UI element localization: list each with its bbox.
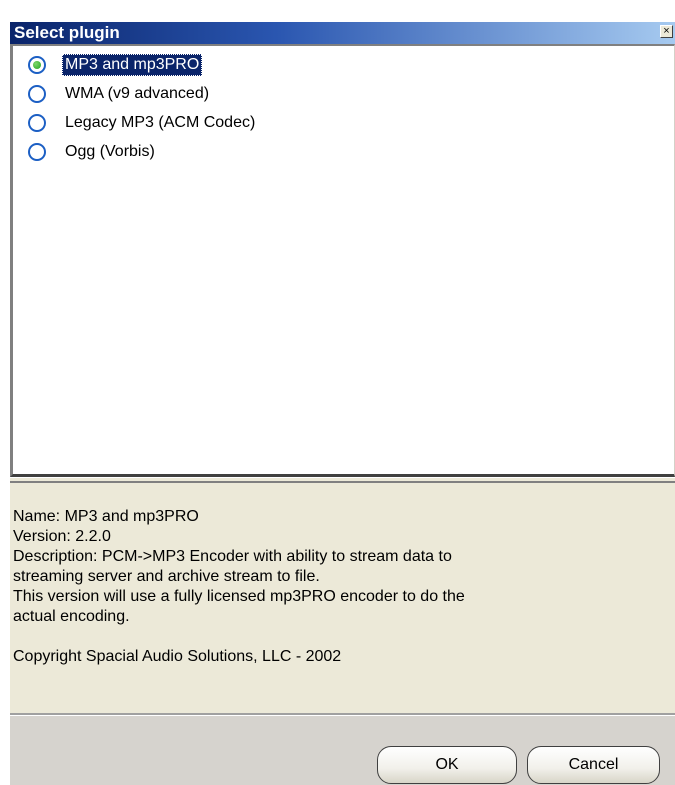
ok-button[interactable]: OK: [377, 746, 517, 784]
title-bar[interactable]: Select plugin ×: [10, 22, 675, 44]
radio-unchecked-icon[interactable]: [28, 114, 46, 132]
radio-dot: [33, 61, 41, 69]
plugin-option-ogg[interactable]: Ogg (Vorbis): [28, 138, 158, 166]
radio-unchecked-icon[interactable]: [28, 85, 46, 103]
plugin-option-mp3[interactable]: MP3 and mp3PRO: [28, 51, 203, 79]
select-plugin-dialog: Select plugin × MP3 and mp3PRO WMA (v9 a…: [10, 22, 675, 785]
info-description-line: streaming server and archive stream to f…: [13, 568, 320, 585]
info-description-line: actual encoding.: [13, 608, 130, 625]
button-bar: OK Cancel: [10, 715, 675, 785]
plugin-list[interactable]: MP3 and mp3PRO WMA (v9 advanced) Legacy …: [10, 44, 675, 477]
plugin-info-panel: Name: MP3 and mp3PRO Version: 2.2.0 Desc…: [10, 483, 675, 715]
close-icon[interactable]: ×: [660, 25, 673, 38]
radio-unchecked-icon[interactable]: [28, 143, 46, 161]
cancel-button[interactable]: Cancel: [527, 746, 660, 784]
info-name: Name: MP3 and mp3PRO: [13, 508, 199, 525]
info-version: Version: 2.2.0: [13, 528, 111, 545]
plugin-label: WMA (v9 advanced): [65, 85, 210, 102]
plugin-option-wma[interactable]: WMA (v9 advanced): [28, 80, 212, 108]
radio-checked-icon[interactable]: [28, 56, 46, 74]
info-description-line: This version will use a fully licensed m…: [13, 588, 465, 605]
plugin-option-legacy-mp3[interactable]: Legacy MP3 (ACM Codec): [28, 109, 258, 137]
plugin-label: Legacy MP3 (ACM Codec): [65, 114, 256, 131]
info-description-line: Description: PCM->MP3 Encoder with abili…: [13, 548, 452, 565]
plugin-label: MP3 and mp3PRO: [62, 54, 203, 76]
dialog-title: Select plugin: [14, 23, 120, 42]
plugin-label: Ogg (Vorbis): [65, 143, 155, 160]
plugin-info-text: Name: MP3 and mp3PRO Version: 2.2.0 Desc…: [13, 507, 663, 667]
info-copyright: Copyright Spacial Audio Solutions, LLC -…: [13, 648, 342, 665]
